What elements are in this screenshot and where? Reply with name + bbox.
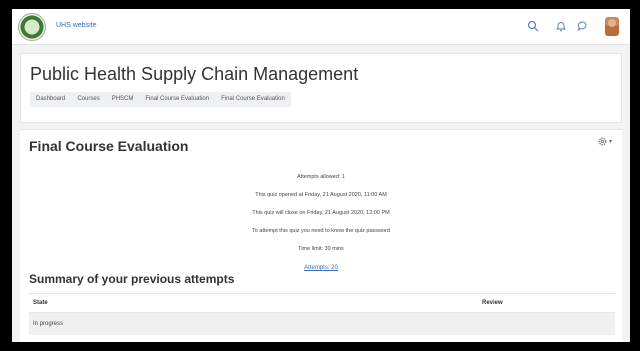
quiz-close-time: This quiz will close on Friday, 21 Augus… bbox=[252, 210, 390, 216]
browser-viewport: UHS website Public Health Supply Chain M… bbox=[12, 9, 630, 342]
attempts-link[interactable]: Attempts: 20 bbox=[20, 265, 622, 271]
breadcrumb: Dashboard Courses PHSCM Final Course Eva… bbox=[30, 92, 291, 107]
page-header: Public Health Supply Chain Management Da… bbox=[20, 53, 622, 123]
breadcrumb-quiz[interactable]: Final Course Evaluation bbox=[215, 92, 291, 107]
page-title: Public Health Supply Chain Management bbox=[30, 64, 359, 84]
top-navbar: UHS website bbox=[12, 9, 630, 45]
breadcrumb-section[interactable]: Final Course Evaluation bbox=[139, 92, 215, 107]
settings-menu[interactable]: ▾ bbox=[597, 135, 615, 147]
chat-icon[interactable] bbox=[576, 19, 590, 33]
quiz-content: Final Course Evaluation ▾ Attempts allow… bbox=[20, 129, 622, 342]
attempts-table: State Review In progress bbox=[29, 293, 615, 335]
breadcrumb-course[interactable]: PHSCM bbox=[106, 92, 140, 107]
user-avatar[interactable] bbox=[605, 17, 619, 36]
table-header: State Review bbox=[29, 293, 615, 313]
column-review: Review bbox=[482, 300, 503, 306]
quiz-title: Final Course Evaluation bbox=[29, 138, 189, 154]
attempt-state: In progress bbox=[33, 321, 64, 327]
time-limit: Time limit: 30 mins bbox=[298, 246, 344, 252]
summary-title: Summary of your previous attempts bbox=[29, 272, 235, 286]
site-link[interactable]: UHS website bbox=[56, 22, 96, 29]
chevron-down-icon: ▾ bbox=[609, 138, 613, 145]
quiz-open-time: This quiz opened at Friday, 21 August 20… bbox=[255, 192, 387, 198]
search-icon[interactable] bbox=[526, 19, 540, 33]
column-state: State bbox=[33, 300, 48, 306]
attempts-allowed: Attempts allowed: 1 bbox=[297, 174, 345, 180]
bell-icon[interactable] bbox=[554, 19, 568, 33]
password-notice: To attempt this quiz you need to know th… bbox=[252, 228, 390, 234]
breadcrumb-courses[interactable]: Courses bbox=[71, 92, 105, 107]
breadcrumb-dashboard[interactable]: Dashboard bbox=[30, 92, 71, 107]
university-logo[interactable] bbox=[18, 13, 46, 41]
table-row: In progress bbox=[29, 313, 615, 335]
gear-icon bbox=[598, 137, 607, 145]
